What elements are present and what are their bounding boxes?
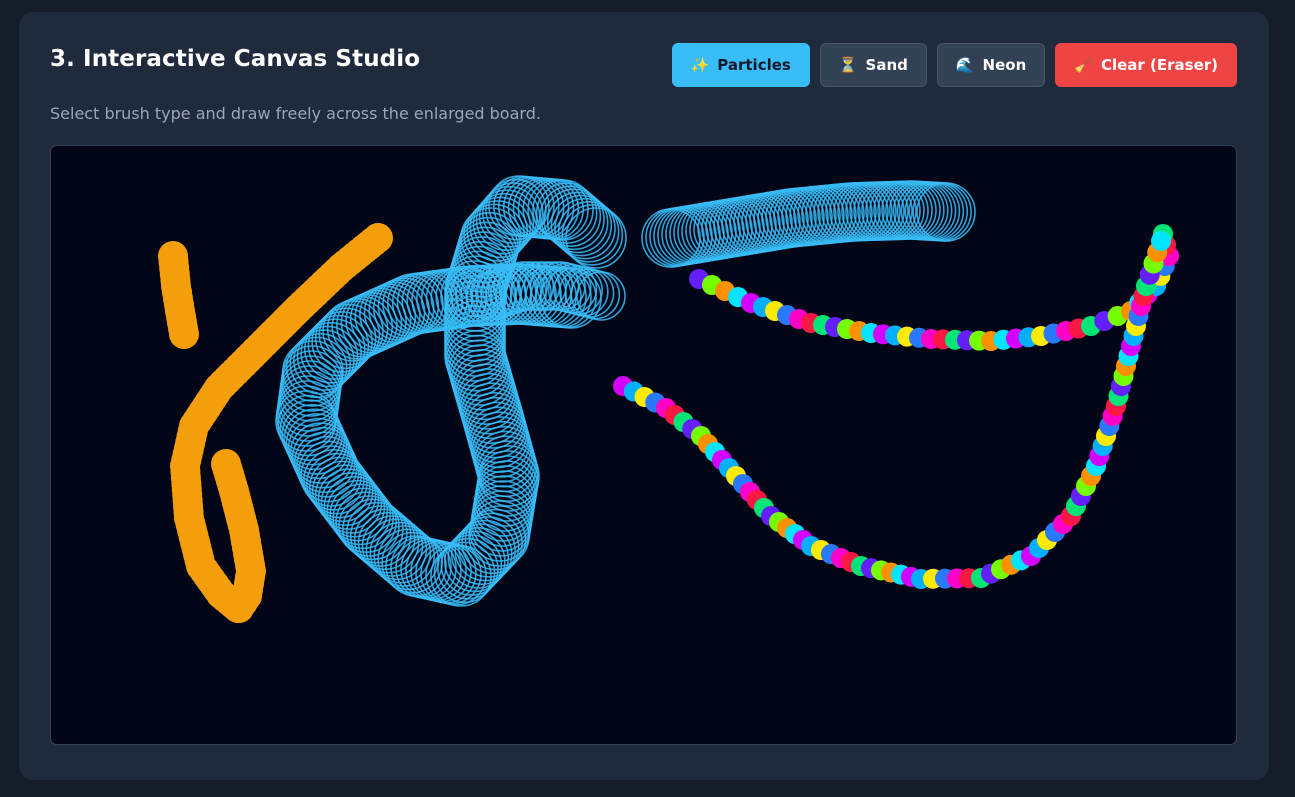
stroke-neon-5 bbox=[641, 180, 976, 268]
page-title: 3. Interactive Canvas Studio bbox=[50, 46, 421, 72]
clear-eraser-button-label: Clear (Eraser) bbox=[1100, 56, 1218, 74]
particles-button[interactable]: ✨ Particles bbox=[671, 43, 810, 87]
sparkles-icon: ✨ bbox=[690, 55, 710, 74]
sand-dot bbox=[224, 593, 254, 623]
particle-dot bbox=[1151, 231, 1171, 251]
particles-button-label: Particles bbox=[717, 56, 791, 74]
sand-button-label: Sand bbox=[865, 56, 908, 74]
neon-button-label: Neon bbox=[982, 56, 1027, 74]
drawing-canvas[interactable] bbox=[51, 146, 1236, 744]
brush-toolbar: ✨ Particles ⏳ Sand 🌊 Neon 🧹 Clear (Erase… bbox=[671, 43, 1237, 87]
page-subtitle: Select brush type and draw freely across… bbox=[50, 104, 541, 123]
clear-eraser-button[interactable]: 🧹 Clear (Eraser) bbox=[1055, 43, 1237, 87]
stroke-neon-3 bbox=[275, 175, 627, 607]
sand-dot bbox=[169, 319, 199, 349]
drawing-board[interactable] bbox=[50, 145, 1237, 745]
neon-button[interactable]: 🌊 Neon bbox=[936, 43, 1046, 87]
canvas-studio-card: 3. Interactive Canvas Studio Select brus… bbox=[19, 12, 1269, 780]
sand-button[interactable]: ⏳ Sand bbox=[819, 43, 927, 87]
broom-icon: 🧹 bbox=[1074, 55, 1093, 74]
wave-icon: 🌊 bbox=[955, 55, 975, 74]
stroke-sand-0 bbox=[158, 241, 199, 349]
hourglass-icon: ⏳ bbox=[838, 55, 858, 74]
